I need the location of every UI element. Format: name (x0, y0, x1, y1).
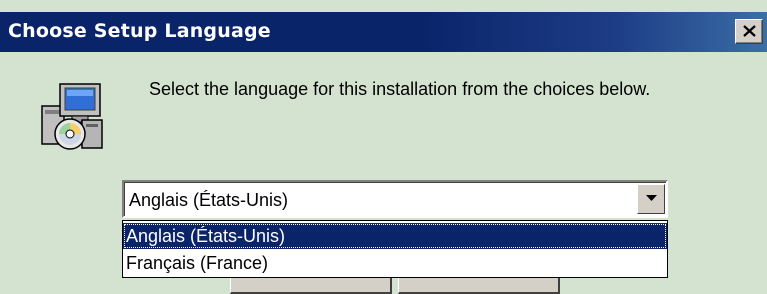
language-dropdown-value: Anglais (États-Unis) (129, 190, 289, 210)
language-option-french-france[interactable]: Français (France) (123, 250, 667, 276)
setup-installer-icon (36, 80, 106, 152)
chevron-down-icon (646, 195, 657, 201)
language-dropdown[interactable]: Anglais (États-Unis) (122, 180, 668, 218)
instruction-text: Select the language for this installatio… (149, 79, 651, 99)
title-bar[interactable]: Choose Setup Language (0, 12, 767, 52)
language-dropdown-field[interactable]: Anglais (États-Unis) (124, 182, 666, 216)
setup-language-dialog: Choose Setup Language Select the languag… (0, 0, 767, 294)
language-options-list[interactable]: Anglais (États-Unis) Français (France) (122, 220, 668, 278)
dropdown-arrow-button[interactable] (637, 184, 665, 214)
close-button[interactable] (735, 19, 763, 44)
window-title: Choose Setup Language (8, 20, 271, 42)
close-icon (743, 25, 756, 37)
language-option-english-us[interactable]: Anglais (États-Unis) (123, 223, 667, 249)
